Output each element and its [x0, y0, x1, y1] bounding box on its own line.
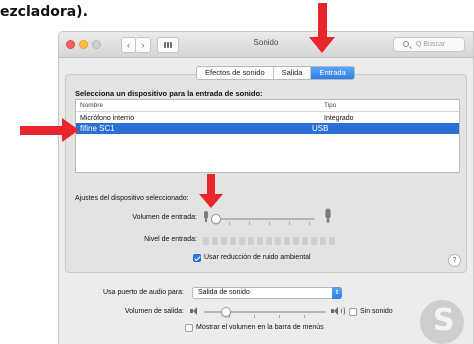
level-segment: [221, 237, 227, 245]
search-icon: [403, 41, 409, 47]
level-segment: [257, 237, 263, 245]
level-segment: [311, 237, 317, 245]
caption-fragment: ezcladora).: [0, 4, 88, 20]
title-bar: ‹ › Sonido Q Buscar: [59, 32, 473, 58]
device-name: fifine SC1: [80, 124, 115, 133]
microphone-high-icon: [324, 208, 332, 223]
mute-checkbox[interactable]: [349, 308, 357, 316]
level-segment: [284, 237, 290, 245]
mute-label: Sin sonido: [360, 308, 393, 315]
speaker-low-icon: [190, 307, 200, 315]
output-volume-label: Volumen de salida:: [124, 308, 184, 315]
chevron-updown-icon: ⇕: [332, 287, 342, 299]
level-segment: [266, 237, 272, 245]
search-placeholder: Q Buscar: [416, 41, 446, 48]
input-device-table: Nombre Tipo Micrófono interno Integrado …: [75, 99, 460, 173]
input-volume-track[interactable]: [211, 218, 315, 220]
slider-tick: [309, 222, 310, 225]
level-segment: [230, 237, 236, 245]
level-segment: [248, 237, 254, 245]
noise-reduction-checkbox[interactable]: [193, 254, 201, 262]
help-button[interactable]: ?: [448, 254, 461, 267]
table-row-selected[interactable]: fifine SC1 USB: [76, 123, 459, 134]
slider-tick: [304, 315, 305, 318]
search-field[interactable]: Q Buscar: [393, 37, 465, 52]
audio-port-value: Salida de sonido: [198, 289, 250, 296]
column-header-name[interactable]: Nombre: [80, 100, 103, 111]
level-segment: [329, 237, 335, 245]
tab-bar: Efectos de sonido Salida Entrada: [196, 66, 355, 80]
show-volume-menubar-checkbox[interactable]: [185, 324, 193, 332]
table-header: Nombre Tipo: [76, 100, 459, 112]
audio-port-select[interactable]: Salida de sonido ⇕: [192, 287, 342, 299]
slider-tick: [254, 315, 255, 318]
slider-tick: [229, 222, 230, 225]
slider-tick: [279, 315, 280, 318]
show-volume-menubar-label: Mostrar el volumen en la barra de menús: [196, 324, 324, 331]
level-segment: [212, 237, 218, 245]
tab-sound-effects[interactable]: Efectos de sonido: [197, 67, 274, 79]
slider-tick: [269, 222, 270, 225]
device-list-heading: Selecciona un dispositivo para la entrad…: [75, 89, 263, 98]
device-settings-label: Ajustes del dispositivo seleccionado:: [75, 195, 189, 202]
level-segment: [293, 237, 299, 245]
tab-output[interactable]: Salida: [274, 67, 312, 79]
level-segment: [203, 237, 209, 245]
level-segment: [239, 237, 245, 245]
input-volume-label: Volumen de entrada:: [132, 214, 197, 221]
audio-port-label: Usa puerto de audio para:: [103, 289, 184, 296]
slider-tick: [249, 222, 250, 225]
microphone-low-icon: [203, 211, 209, 222]
level-segment: [275, 237, 281, 245]
slider-tick: [289, 222, 290, 225]
device-type: USB: [312, 124, 329, 133]
level-segment: [302, 237, 308, 245]
noise-reduction-label: Usar reducción de ruido ambiental: [204, 254, 311, 261]
level-segment: [320, 237, 326, 245]
output-volume-slider-thumb[interactable]: [220, 307, 231, 317]
sound-preferences-window: ‹ › Sonido Q Buscar Efectos de sonido Sa…: [58, 31, 474, 344]
speaker-high-icon: [331, 306, 345, 316]
tab-input[interactable]: Entrada: [311, 67, 354, 79]
watermark-logo-letter: S: [433, 303, 455, 338]
column-header-type[interactable]: Tipo: [324, 100, 336, 111]
input-level-label: Nivel de entrada:: [144, 236, 197, 243]
